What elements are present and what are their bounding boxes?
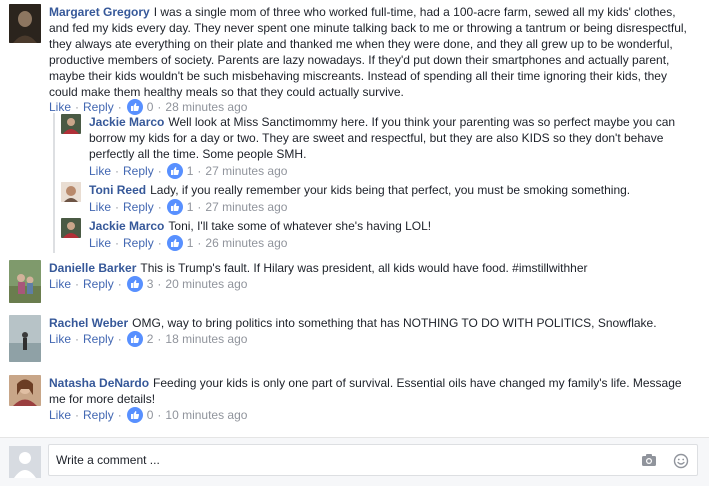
reply-link[interactable]: Reply	[83, 331, 114, 347]
timestamp[interactable]: 27 minutes ago	[205, 163, 287, 179]
comment-input-placeholder: Write a comment ...	[56, 453, 160, 467]
like-count: 1	[186, 164, 194, 178]
reply-link[interactable]: Reply	[123, 163, 154, 179]
comment-text: Toni, I'll take some of whatever she's h…	[168, 219, 432, 233]
like-count: 3	[146, 277, 154, 291]
separator: ·	[197, 200, 202, 214]
comment-text: OMG, way to bring politics into somethin…	[132, 316, 657, 330]
thumbs-up-icon[interactable]	[126, 276, 143, 292]
separator: ·	[115, 164, 120, 178]
avatar[interactable]	[61, 114, 81, 134]
separator: ·	[117, 277, 122, 291]
separator: ·	[75, 332, 80, 346]
like-count: 0	[146, 408, 154, 422]
thumbs-up-icon[interactable]	[166, 163, 183, 179]
separator: ·	[197, 236, 202, 250]
like-link[interactable]: Like	[89, 235, 111, 251]
separator: ·	[157, 100, 162, 114]
comment-author[interactable]: Toni Reed	[89, 183, 146, 197]
comment-text: Lady, if you really remember your kids b…	[150, 183, 631, 197]
camera-icon[interactable]	[641, 453, 657, 470]
separator: ·	[75, 277, 80, 291]
timestamp[interactable]: 28 minutes ago	[165, 99, 247, 115]
thumbs-up-icon[interactable]	[126, 331, 143, 347]
avatar[interactable]	[9, 4, 41, 43]
reply-link[interactable]: Reply	[83, 407, 114, 423]
timestamp[interactable]: 10 minutes ago	[165, 407, 247, 423]
smiley-icon[interactable]	[673, 453, 689, 472]
separator: ·	[117, 332, 122, 346]
separator: ·	[197, 164, 202, 178]
avatar[interactable]	[9, 375, 41, 406]
like-link[interactable]: Like	[89, 199, 111, 215]
avatar[interactable]	[61, 218, 81, 238]
like-count: 1	[186, 236, 194, 250]
reply-link[interactable]: Reply	[83, 99, 114, 115]
comment-author[interactable]: Rachel Weber	[49, 316, 128, 330]
like-link[interactable]: Like	[49, 407, 71, 423]
separator: ·	[157, 164, 162, 178]
reply-link[interactable]: Reply	[123, 199, 154, 215]
avatar[interactable]	[9, 260, 41, 303]
comment-author[interactable]: Danielle Barker	[49, 261, 136, 275]
separator: ·	[157, 408, 162, 422]
thumbs-up-icon[interactable]	[126, 407, 143, 423]
like-count: 2	[146, 332, 154, 346]
comment-input[interactable]: Write a comment ...	[48, 444, 698, 476]
thumbs-up-icon[interactable]	[126, 99, 143, 115]
separator: ·	[115, 200, 120, 214]
comment-author[interactable]: Natasha DeNardo	[49, 376, 149, 390]
timestamp[interactable]: 26 minutes ago	[205, 235, 287, 251]
separator: ·	[157, 200, 162, 214]
like-link[interactable]: Like	[89, 163, 111, 179]
reply-link[interactable]: Reply	[83, 276, 114, 292]
separator: ·	[117, 408, 122, 422]
reply-thread-line	[53, 113, 55, 253]
comment-author[interactable]: Margaret Gregory	[49, 5, 150, 19]
separator: ·	[75, 408, 80, 422]
thumbs-up-icon[interactable]	[166, 235, 183, 251]
separator: ·	[75, 100, 80, 114]
reply-link[interactable]: Reply	[123, 235, 154, 251]
thumbs-up-icon[interactable]	[166, 199, 183, 215]
timestamp[interactable]: 27 minutes ago	[205, 199, 287, 215]
separator: ·	[157, 332, 162, 346]
separator: ·	[157, 277, 162, 291]
timestamp[interactable]: 18 minutes ago	[165, 331, 247, 347]
separator: ·	[157, 236, 162, 250]
separator: ·	[115, 236, 120, 250]
separator: ·	[117, 100, 122, 114]
comment-text: I was a single mom of three who worked f…	[49, 5, 687, 99]
comment-text: This is Trump's fault. If Hilary was pre…	[140, 261, 588, 275]
avatar[interactable]	[61, 182, 81, 202]
comment-author[interactable]: Jackie Marco	[89, 219, 164, 233]
like-count: 1	[186, 200, 194, 214]
comment-text: Well look at Miss Sanctimommy here. If y…	[89, 115, 676, 161]
like-link[interactable]: Like	[49, 276, 71, 292]
comment-author[interactable]: Jackie Marco	[89, 115, 164, 129]
like-count: 0	[146, 100, 154, 114]
avatar[interactable]	[9, 315, 41, 362]
like-link[interactable]: Like	[49, 331, 71, 347]
avatar	[9, 446, 41, 478]
timestamp[interactable]: 20 minutes ago	[165, 276, 247, 292]
comment-composer: Write a comment ...	[0, 437, 709, 486]
